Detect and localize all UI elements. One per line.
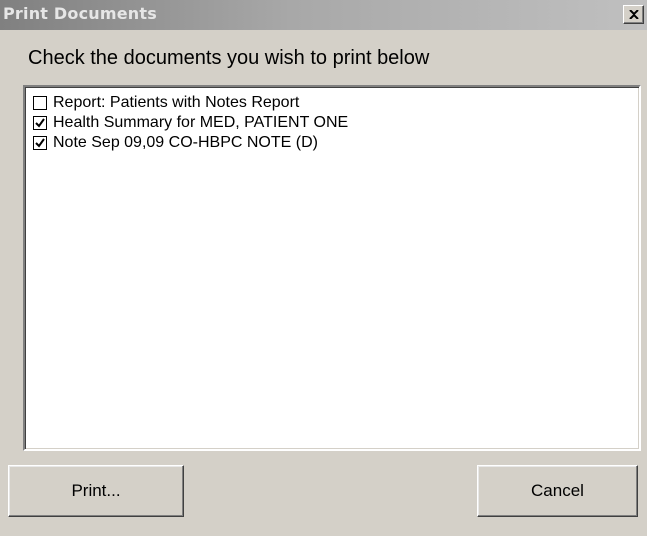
document-checkbox[interactable]	[33, 96, 47, 110]
document-label: Health Summary for MED, PATIENT ONE	[53, 114, 349, 131]
print-button[interactable]: Print...	[8, 465, 184, 517]
title-bar[interactable]: Print Documents	[0, 0, 647, 30]
close-button[interactable]	[623, 5, 644, 24]
document-checkbox[interactable]	[33, 136, 47, 150]
document-checklist[interactable]: Report: Patients with Notes Report Healt…	[23, 85, 641, 451]
list-item[interactable]: Health Summary for MED, PATIENT ONE	[33, 113, 348, 133]
window-title: Print Documents	[3, 4, 157, 23]
checkmark-icon	[35, 118, 45, 128]
instructions-label: Check the documents you wish to print be…	[28, 47, 430, 69]
document-label: Report: Patients with Notes Report	[53, 94, 300, 111]
document-label: Note Sep 09,09 CO-HBPC NOTE (D)	[53, 134, 318, 151]
cancel-button[interactable]: Cancel	[477, 465, 638, 517]
close-icon	[629, 10, 639, 19]
checkmark-icon	[35, 138, 45, 148]
print-documents-dialog: Print Documents Check the documents you …	[0, 0, 647, 536]
list-item[interactable]: Note Sep 09,09 CO-HBPC NOTE (D)	[33, 133, 318, 153]
list-item[interactable]: Report: Patients with Notes Report	[33, 93, 299, 113]
document-checkbox[interactable]	[33, 116, 47, 130]
